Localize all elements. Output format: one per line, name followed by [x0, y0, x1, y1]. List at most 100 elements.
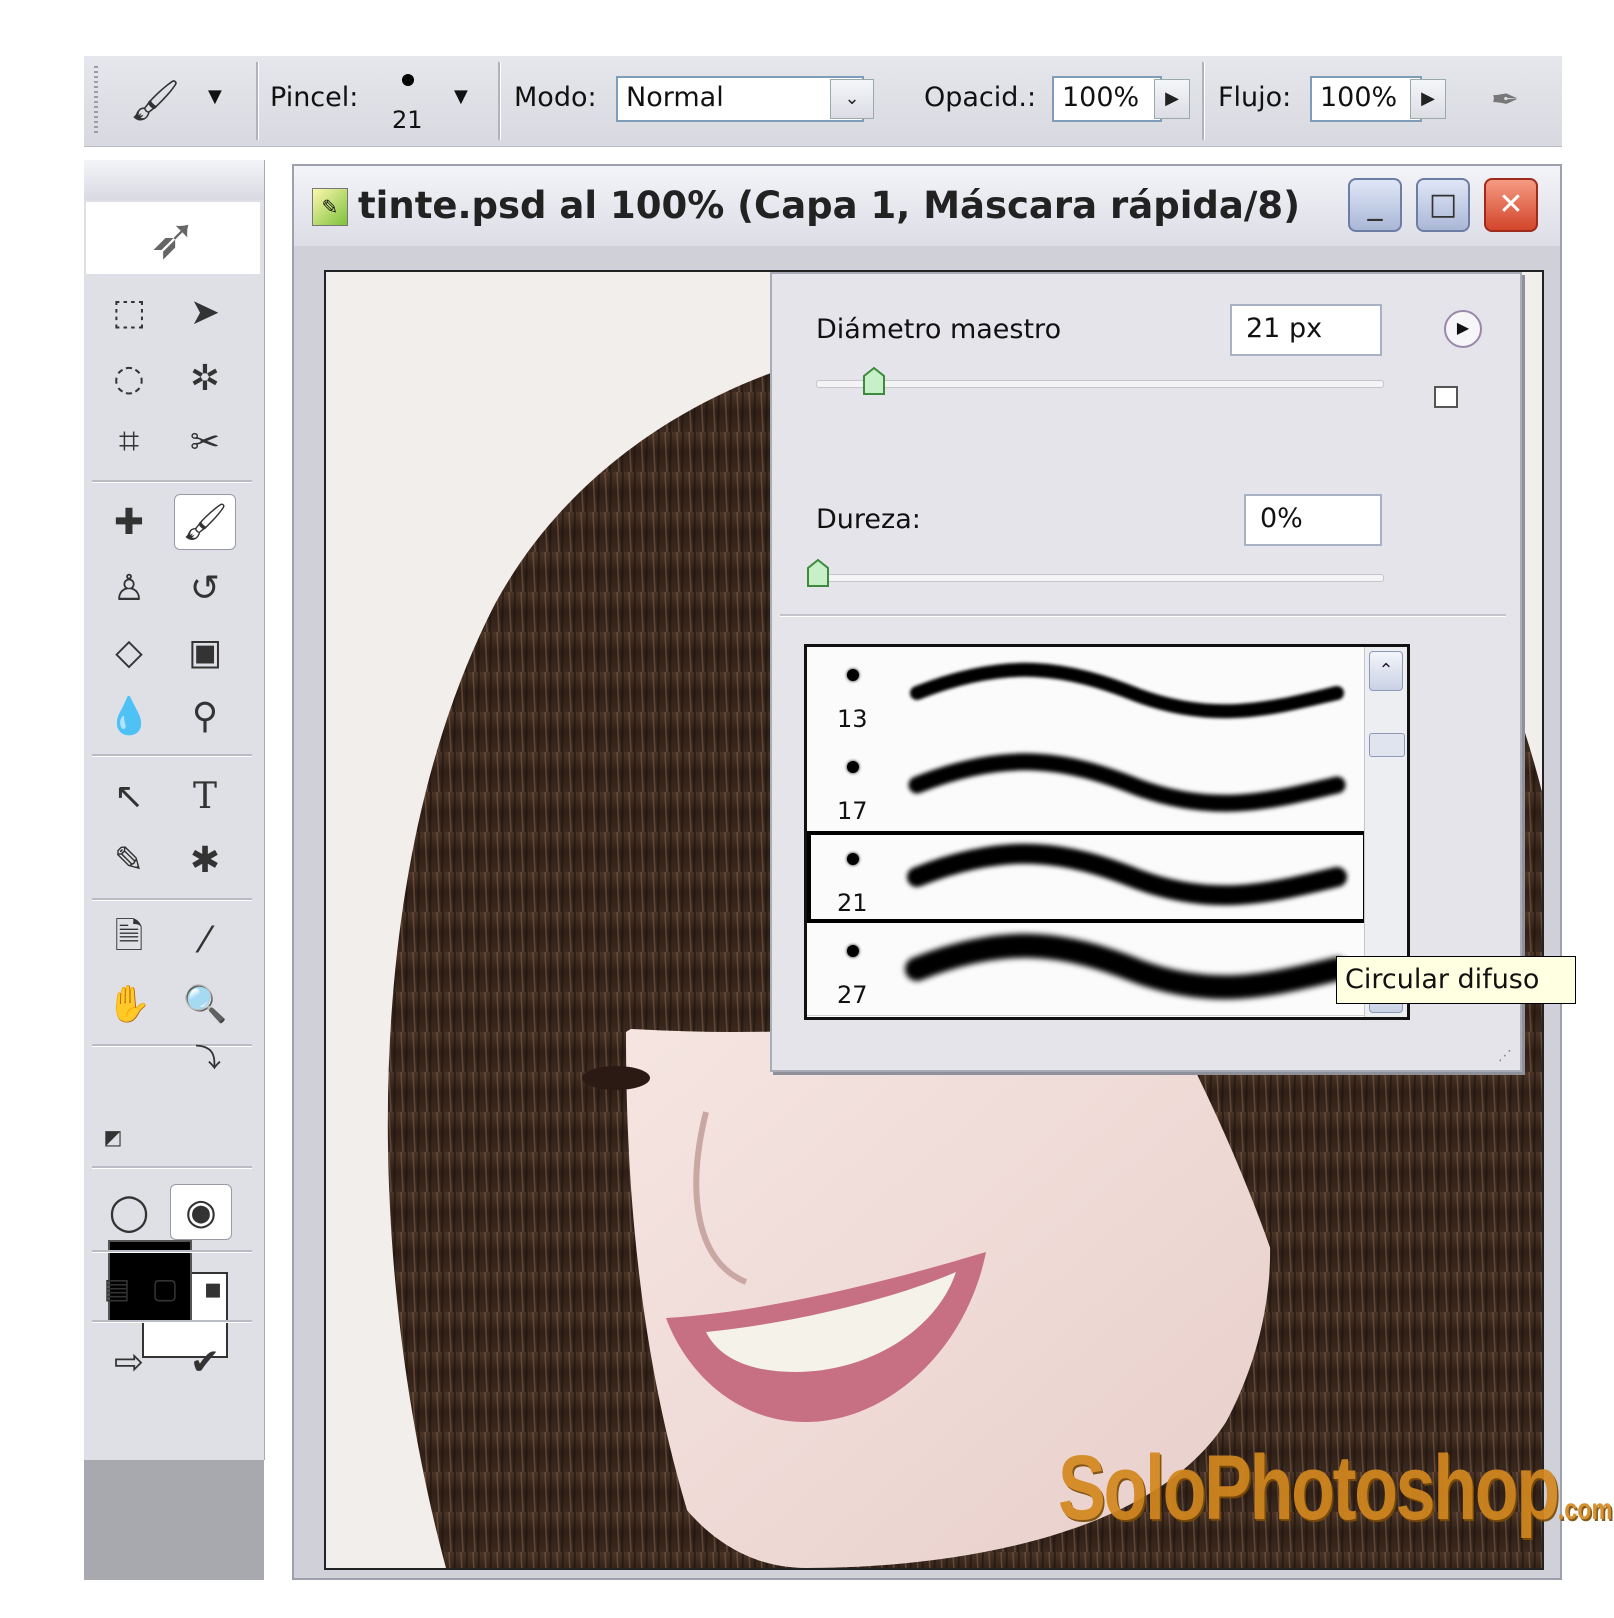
jump-to-imageready-icon[interactable]: ⇨: [98, 1334, 160, 1390]
eyedropper-icon[interactable]: ⁄: [174, 912, 236, 968]
close-button[interactable]: ✕: [1484, 178, 1538, 232]
zoom-icon[interactable]: 🔍: [174, 976, 236, 1032]
workspace-background: [84, 1460, 264, 1580]
brush-preset-row[interactable]: 27: [807, 923, 1367, 1016]
master-diameter-value: 21 px: [1246, 313, 1323, 344]
master-diameter-label: Diámetro maestro: [816, 314, 1062, 345]
brush-preview-dot[interactable]: [402, 74, 414, 86]
scroll-up-icon[interactable]: ⌃: [1369, 651, 1403, 691]
screen-mode-full-icon[interactable]: ▪: [188, 1260, 238, 1316]
brush-preset-size: 21: [837, 889, 868, 917]
flow-slider-icon[interactable]: ▶: [1410, 79, 1446, 119]
panel-menu-arrow-icon[interactable]: ▶: [1444, 310, 1482, 348]
resize-grip-icon[interactable]: ⋰: [1498, 1048, 1512, 1064]
master-diameter-input[interactable]: 21 px: [1230, 304, 1382, 356]
mode-dropdown-icon[interactable]: ⌄: [830, 79, 874, 119]
brush-icon[interactable]: 🖌: [174, 494, 236, 550]
default-colors-icon[interactable]: ◩: [98, 1122, 128, 1152]
document-icon: ✎: [312, 188, 348, 226]
brush-stroke-preview: [908, 753, 1346, 812]
brush-preset-row-selected[interactable]: 21: [807, 831, 1367, 923]
hardness-value: 0%: [1260, 503, 1303, 534]
pen-icon[interactable]: ✎: [98, 832, 160, 888]
brush-tip-dot: [847, 945, 859, 957]
custom-shape-icon[interactable]: ✱: [174, 832, 236, 888]
document-titlebar[interactable]: ✎ tinte.psd al 100% (Capa 1, Máscara ráp…: [294, 166, 1560, 246]
slice-icon[interactable]: ✂: [174, 414, 236, 470]
mode-select[interactable]: Normal: [616, 76, 864, 122]
options-bar-grip[interactable]: [94, 66, 98, 136]
brush-tip-dot: [847, 761, 859, 773]
airbrush-icon[interactable]: ✒: [1474, 72, 1536, 128]
check-icon[interactable]: ✔: [174, 1334, 236, 1390]
toolbox-divider: [92, 1044, 252, 1046]
brush-preset-row[interactable]: 13: [807, 647, 1367, 740]
screen-mode-full-menu-icon[interactable]: ▢: [140, 1260, 190, 1316]
brush-stroke-preview: [910, 662, 1344, 719]
document-title: tinte.psd al 100% (Capa 1, Máscara rápid…: [358, 184, 1301, 227]
save-preset-icon[interactable]: [1434, 386, 1458, 408]
magic-wand-icon[interactable]: ✲: [174, 350, 236, 406]
clone-stamp-icon[interactable]: ♙: [98, 560, 160, 616]
marquee-icon[interactable]: ⬚: [98, 284, 160, 340]
separator: [1202, 62, 1204, 140]
mode-label: Modo:: [514, 82, 597, 113]
eraser-icon[interactable]: ◇: [98, 624, 160, 680]
watermark: SoloPhotoshop.com: [1058, 1436, 1612, 1541]
opacity-slider-icon[interactable]: ▶: [1154, 79, 1190, 119]
feather-logo-icon: ➶: [86, 202, 260, 274]
brush-preset-size: 17: [837, 797, 868, 825]
move-icon[interactable]: ➤: [174, 284, 236, 340]
flow-label: Flujo:: [1218, 82, 1292, 113]
brush-stroke-preview: [907, 843, 1347, 906]
screen-mode-standard-icon[interactable]: ▤: [92, 1260, 142, 1316]
brush-label: Pincel:: [270, 82, 359, 113]
swap-colors-icon[interactable]: ⤵: [188, 1036, 228, 1076]
lasso-icon[interactable]: ◌: [98, 350, 160, 406]
opacity-input[interactable]: 100%: [1052, 76, 1162, 122]
hardness-input[interactable]: 0%: [1244, 494, 1382, 546]
master-diameter-slider[interactable]: [816, 380, 1384, 388]
toolbox-divider: [92, 898, 252, 900]
brush-stroke-preview: [905, 933, 1349, 1000]
tool-preset-dropdown-icon[interactable]: ▼: [208, 86, 222, 107]
hardness-slider-thumb[interactable]: [806, 558, 830, 588]
dodge-icon[interactable]: ⚲: [174, 688, 236, 744]
healing-brush-icon[interactable]: ✚: [98, 494, 160, 550]
toolbox-divider: [92, 1166, 252, 1168]
brush-tip-dot: [847, 669, 859, 681]
brush-picker-panel: Diámetro maestro 21 px ▶ Dureza: 0% 13 1…: [770, 272, 1522, 1072]
brush-tool-icon[interactable]: 🖌: [124, 72, 186, 128]
mode-value: Normal: [626, 82, 724, 113]
separator: [256, 62, 258, 140]
minimize-button[interactable]: _: [1348, 178, 1402, 232]
path-selection-icon[interactable]: ↖: [98, 768, 160, 824]
maximize-button[interactable]: □: [1416, 178, 1470, 232]
flow-value: 100%: [1320, 82, 1398, 113]
toolbox: ➶ ⬚ ➤ ◌ ✲ ⌗ ✂ ✚ 🖌 ♙ ↺ ◇ ▣ 💧 ⚲ ↖ T ✎ ✱ 🗎 …: [84, 160, 265, 1460]
notes-icon[interactable]: 🗎: [98, 912, 160, 968]
standard-mode-icon[interactable]: ◯: [98, 1184, 160, 1240]
brush-preset-row[interactable]: 17: [807, 739, 1367, 832]
toolbox-divider: [92, 1250, 252, 1252]
hand-icon[interactable]: ✋: [98, 976, 160, 1032]
toolbox-header[interactable]: [84, 160, 264, 200]
master-diameter-slider-thumb[interactable]: [862, 366, 886, 396]
quick-mask-mode-icon[interactable]: ◉: [170, 1184, 232, 1240]
gradient-icon[interactable]: ▣: [174, 624, 236, 680]
hardness-slider[interactable]: [816, 574, 1384, 582]
history-brush-icon[interactable]: ↺: [174, 560, 236, 616]
type-icon[interactable]: T: [174, 768, 236, 824]
brush-tip-dot: [847, 853, 859, 865]
scroll-thumb[interactable]: [1369, 733, 1405, 757]
toolbox-divider: [92, 1320, 252, 1322]
blur-icon[interactable]: 💧: [98, 688, 160, 744]
opacity-value: 100%: [1062, 82, 1140, 113]
flow-input[interactable]: 100%: [1310, 76, 1422, 122]
brush-picker-dropdown-icon[interactable]: ▼: [454, 86, 468, 107]
brush-preset-list: 13 17 21 27 ⌃: [804, 644, 1410, 1020]
crop-icon[interactable]: ⌗: [98, 414, 160, 470]
options-bar: 🖌 ▼ Pincel: 21 ▼ Modo: Normal ⌄ Opacid.:…: [84, 56, 1562, 147]
hardness-label: Dureza:: [816, 504, 921, 535]
watermark-text: SoloPhotoshop: [1058, 1437, 1560, 1539]
